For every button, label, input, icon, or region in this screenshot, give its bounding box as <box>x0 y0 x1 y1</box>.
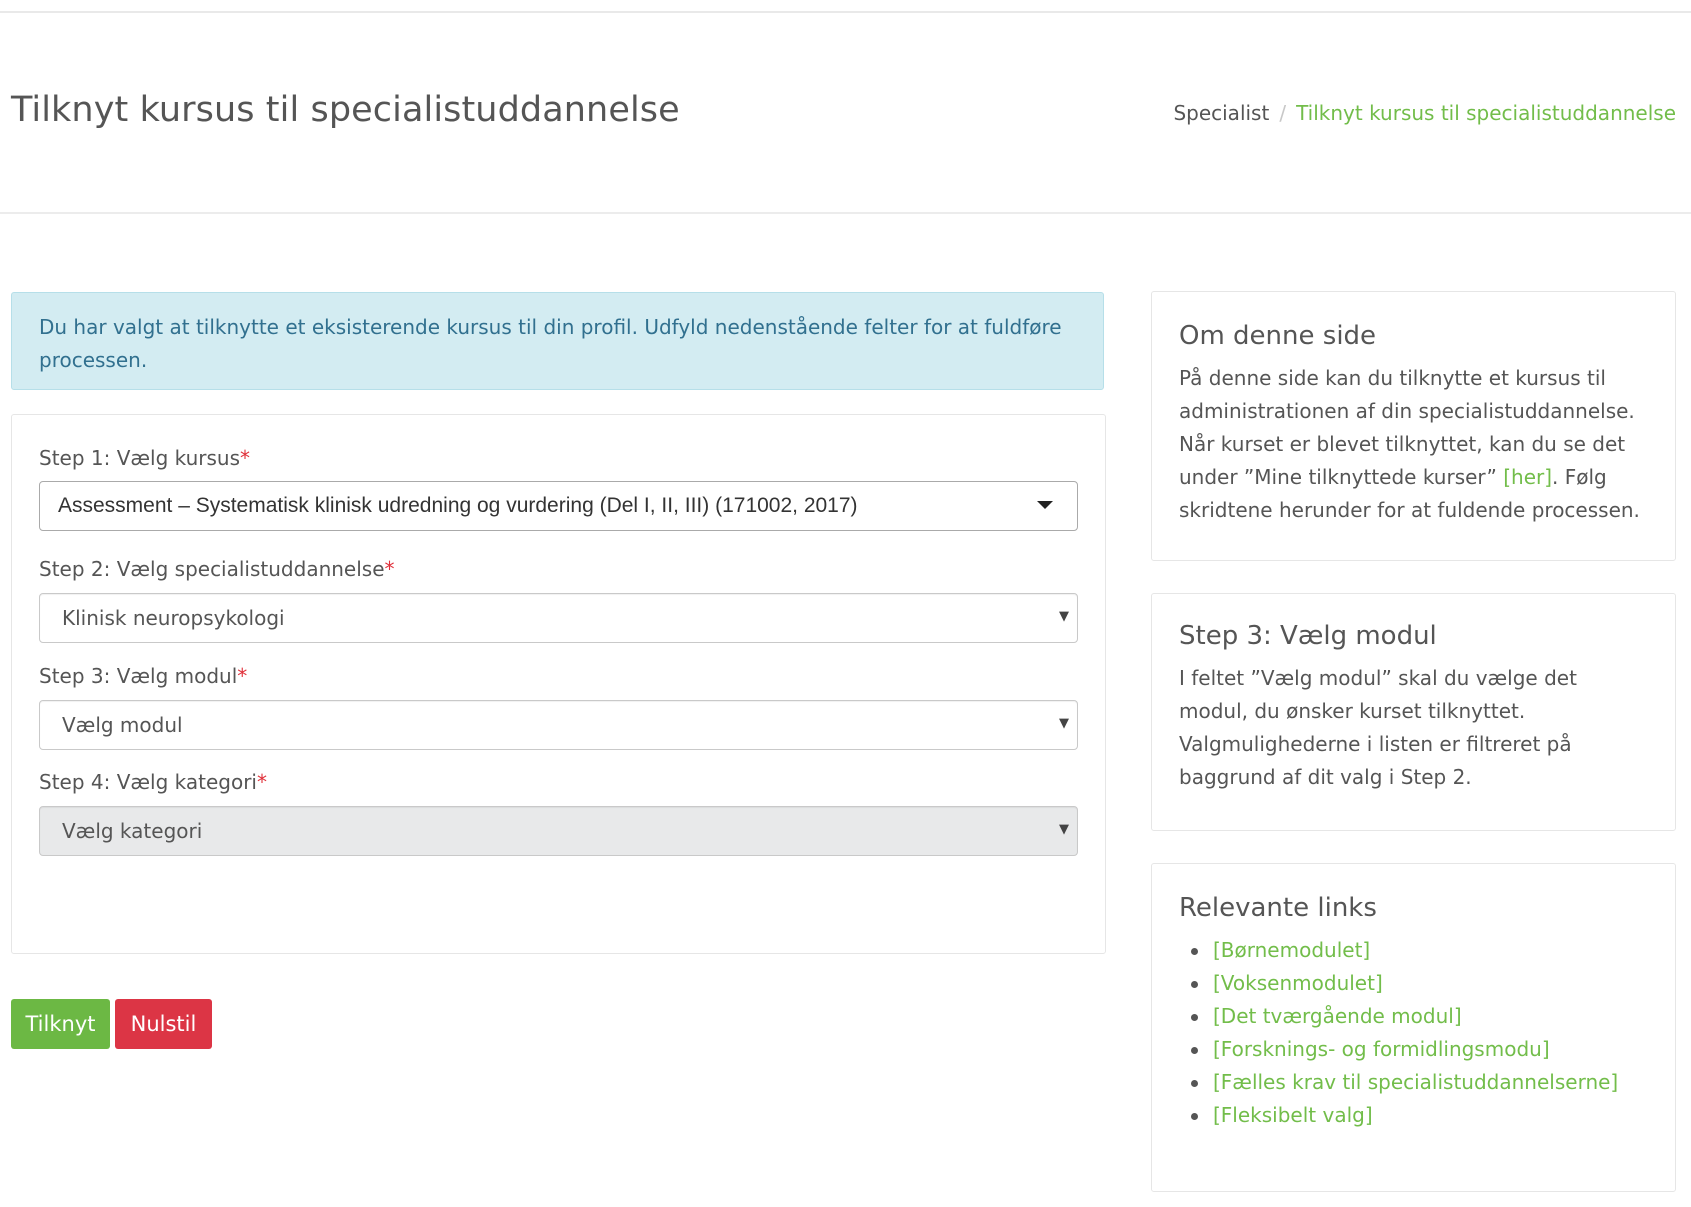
chevron-down-icon: ▼ <box>1059 822 1069 837</box>
breadcrumb: Specialist / Tilknyt kursus til specialist… <box>1173 101 1676 125</box>
step3-help-text: I feltet ”Vælg modul” skal du vælge det … <box>1179 666 1577 789</box>
links-list: [Børnemodulet] [Voksenmodulet] [Det tvær… <box>1179 934 1649 1132</box>
required-marker: * <box>240 446 251 470</box>
links-panel: Relevante links [Børnemodulet] [Voksenmo… <box>1151 863 1676 1192</box>
page-title: Tilknyt kursus til specialistuddannelse <box>11 90 680 130</box>
list-item: [Forsknings- og formidlingsmodu] <box>1191 1033 1649 1066</box>
about-text: På denne side kan du tilknytte et kursus… <box>1179 362 1649 527</box>
module-select[interactable]: Vælg modul ▼ <box>39 700 1078 750</box>
breadcrumb-specialist-link[interactable]: Specialist <box>1173 101 1269 125</box>
step4-label: Step 4: Vælg kategori* <box>39 770 267 794</box>
course-select-value: Assessment – Systematisk klinisk udredni… <box>58 494 858 517</box>
step3-help-title: Step 3: Vælg modul <box>1179 621 1437 651</box>
step2-label: Step 2: Vælg specialistuddannelse* <box>39 557 395 581</box>
link-boernemodulet[interactable]: [Børnemodulet] <box>1213 938 1370 962</box>
dropdown-caret-icon <box>1037 501 1053 509</box>
link-faelles-krav[interactable]: [Fælles krav til specialistuddannelserne… <box>1213 1070 1618 1094</box>
step3-help-panel: Step 3: Vælg modul I feltet ”Vælg modul”… <box>1151 593 1676 831</box>
step2-label-text: Step 2: Vælg specialistuddannelse <box>39 557 385 581</box>
chevron-down-icon: ▼ <box>1059 609 1069 624</box>
reset-button[interactable]: Nulstil <box>115 999 212 1049</box>
required-marker: * <box>237 664 248 688</box>
about-panel: Om denne side På denne side kan du tilkn… <box>1151 291 1676 561</box>
module-select-value: Vælg modul <box>62 713 183 737</box>
about-title: Om denne side <box>1179 321 1377 351</box>
required-marker: * <box>384 557 395 581</box>
links-title: Relevante links <box>1179 893 1377 923</box>
step1-label: Step 1: Vælg kursus* <box>39 446 250 470</box>
breadcrumb-current: Tilknyt kursus til specialistuddannelse <box>1296 101 1676 125</box>
link-voksenmodulet[interactable]: [Voksenmodulet] <box>1213 971 1383 995</box>
info-alert-text: Du har valgt at tilknytte et eksisterend… <box>39 315 1062 372</box>
list-item: [Fleksibelt valg] <box>1191 1099 1649 1132</box>
category-select[interactable]: Vælg kategori ▼ <box>39 806 1078 856</box>
step3-label: Step 3: Vælg modul* <box>39 664 247 688</box>
header-divider <box>0 212 1691 214</box>
chevron-down-icon: ▼ <box>1059 716 1069 731</box>
step4-label-text: Step 4: Vælg kategori <box>39 770 257 794</box>
list-item: [Voksenmodulet] <box>1191 967 1649 1000</box>
category-select-value: Vælg kategori <box>62 819 203 843</box>
here-link[interactable]: [her] <box>1503 465 1552 489</box>
course-form-panel: Step 1: Vælg kursus* Assessment – System… <box>11 414 1106 954</box>
link-tvaergaaende-modul[interactable]: [Det tværgående modul] <box>1213 1004 1462 1028</box>
required-marker: * <box>257 770 267 794</box>
link-forsknings-modul[interactable]: [Forsknings- og formidlingsmodu] <box>1213 1037 1550 1061</box>
info-alert: Du har valgt at tilknytte et eksisterend… <box>11 292 1104 390</box>
specialization-select-value: Klinisk neuropsykologi <box>62 606 285 630</box>
course-select[interactable]: Assessment – Systematisk klinisk udredni… <box>39 481 1078 531</box>
top-divider <box>0 11 1691 13</box>
breadcrumb-separator: / <box>1279 101 1287 125</box>
list-item: [Børnemodulet] <box>1191 934 1649 967</box>
step1-label-text: Step 1: Vælg kursus <box>39 446 241 470</box>
link-fleksibelt-valg[interactable]: [Fleksibelt valg] <box>1213 1103 1373 1127</box>
specialization-select[interactable]: Klinisk neuropsykologi ▼ <box>39 593 1078 643</box>
list-item: [Det tværgående modul] <box>1191 1000 1649 1033</box>
list-item: [Fælles krav til specialistuddannelserne… <box>1191 1066 1649 1099</box>
attach-button[interactable]: Tilknyt <box>11 999 110 1049</box>
step3-label-text: Step 3: Vælg modul <box>39 664 238 688</box>
